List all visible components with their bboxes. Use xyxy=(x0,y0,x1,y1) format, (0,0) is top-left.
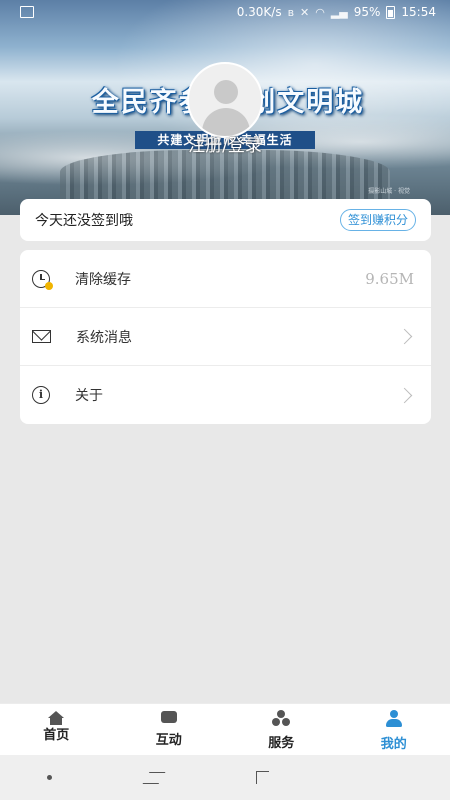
clock-icon xyxy=(32,269,53,290)
clock-time: 15:54 xyxy=(401,5,436,19)
menu-item-clear-cache[interactable]: 清除缓存 9.65M xyxy=(20,250,431,308)
avatar[interactable] xyxy=(187,62,263,138)
tab-label: 互动 xyxy=(155,733,182,748)
signin-button[interactable]: 签到赚积分 xyxy=(339,209,416,231)
tab-mine[interactable]: 我的 xyxy=(338,704,450,756)
home-icon xyxy=(48,711,65,725)
menu-item-about[interactable]: i 关于 xyxy=(20,366,431,424)
mute-icon: ✕ xyxy=(299,5,310,19)
system-recent-icon[interactable] xyxy=(256,771,269,784)
menu-item-system-messages[interactable]: 系统消息 xyxy=(20,308,431,366)
system-nav-bar xyxy=(0,755,450,800)
menu-item-label: 系统消息 xyxy=(76,329,132,346)
info-icon: i xyxy=(32,386,50,404)
status-bar: 0.30K/s ʙ ✕ ◠ ▂▄ 95% 15:54 xyxy=(0,0,450,24)
chevron-right-icon xyxy=(396,328,413,345)
chat-icon xyxy=(160,708,179,723)
signal-icon: ▂▄ xyxy=(330,5,348,19)
status-indicators: 0.30K/s ʙ ✕ ◠ ▂▄ 95% 15:54 xyxy=(237,5,436,19)
system-back-icon[interactable] xyxy=(142,771,166,784)
system-dot-icon[interactable] xyxy=(47,775,52,780)
tab-label: 首页 xyxy=(43,728,70,743)
menu-item-label: 关于 xyxy=(75,388,103,404)
cache-size: 9.65M xyxy=(365,269,414,288)
clock-badge-dot xyxy=(45,281,53,290)
tab-interact[interactable]: 互动 xyxy=(113,704,226,756)
chevron-right-icon xyxy=(396,387,413,403)
wifi-icon: ◠ xyxy=(315,5,325,19)
signin-prompt: 今天还没签到哦 xyxy=(35,213,133,229)
tab-label: 我的 xyxy=(380,737,407,752)
banner-city xyxy=(60,150,390,205)
service-icon xyxy=(272,710,291,726)
banner-credit: 摄影山城 · 视觉 xyxy=(368,188,410,195)
gallery-notification-icon xyxy=(20,6,34,18)
bluetooth-icon: ʙ xyxy=(287,5,294,19)
person-icon xyxy=(385,710,403,727)
settings-menu: 清除缓存 9.65M 系统消息 i 关于 xyxy=(20,250,431,424)
mail-icon xyxy=(32,330,51,343)
tab-label: 服务 xyxy=(268,736,295,751)
avatar-head-icon xyxy=(214,80,238,104)
network-speed: 0.30K/s xyxy=(236,5,282,19)
signin-card: 今天还没签到哦 签到赚积分 xyxy=(20,199,431,241)
battery-percent: 95% xyxy=(353,5,381,19)
battery-icon xyxy=(386,5,396,19)
tab-service[interactable]: 服务 xyxy=(225,704,338,756)
menu-item-label: 清除缓存 xyxy=(75,271,131,288)
bottom-nav: 首页 互动 服务 我的 xyxy=(0,703,450,756)
tab-home[interactable]: 首页 xyxy=(0,704,113,756)
login-link[interactable]: 注册/登录 xyxy=(150,131,300,156)
